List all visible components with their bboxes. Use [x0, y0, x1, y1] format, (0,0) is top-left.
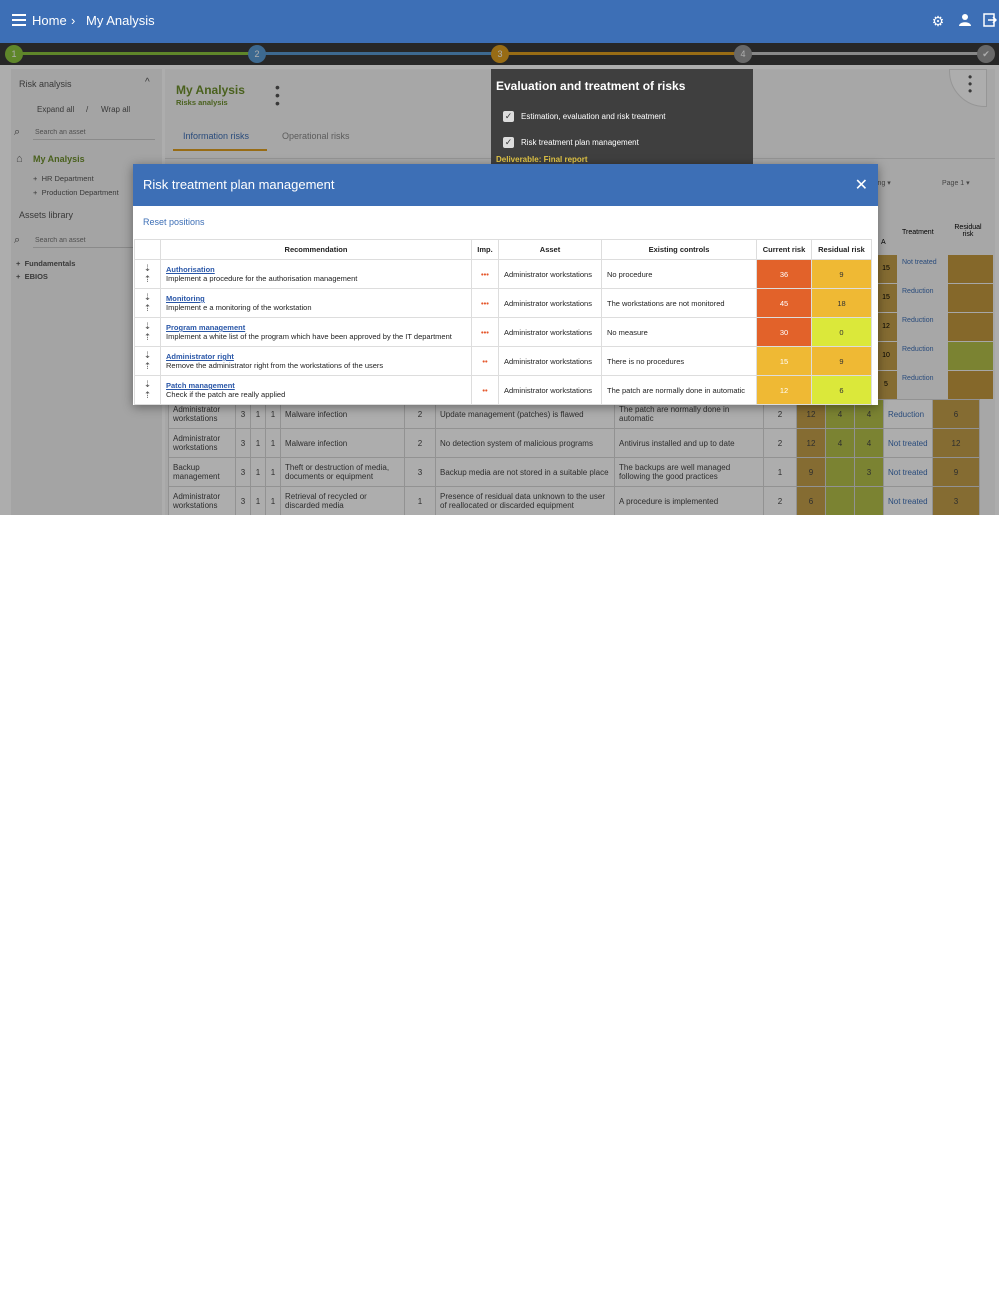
importance-cell: •••	[471, 288, 499, 318]
residual-risk-cell: 6	[811, 375, 872, 405]
close-icon[interactable]: ✕	[855, 175, 868, 195]
col-recommendation-header: Recommendation	[160, 239, 472, 260]
recommendation-link[interactable]: Administrator right	[166, 352, 234, 361]
controls-cell: The workstations are not monitored	[601, 288, 757, 318]
modal-title: Risk treatment plan management	[143, 177, 335, 192]
popover-title: Evaluation and treatment of risks	[496, 79, 686, 93]
importance-cell: ••	[471, 375, 499, 405]
recommendation-cell: Authorisation Implement a procedure for t…	[160, 259, 472, 289]
menu-icon[interactable]	[12, 14, 26, 26]
recommendation-description: Remove the administrator right from the …	[166, 361, 384, 370]
current-risk-cell: 36	[756, 259, 812, 289]
treatment-row[interactable]: ⇣ ⇡ Program management Implement a white li…	[134, 317, 872, 347]
drag-handle-icon[interactable]: ⇣ ⇡	[134, 259, 161, 289]
current-risk-cell: 45	[756, 288, 812, 318]
recommendation-description: Check if the patch are really applied	[166, 390, 286, 399]
breadcrumb-home[interactable]: Home	[32, 13, 67, 28]
residual-risk-cell: 0	[811, 317, 872, 347]
drag-handle-icon[interactable]: ⇣ ⇡	[134, 317, 161, 347]
user-icon[interactable]	[957, 13, 973, 29]
controls-cell: There is no procedures	[601, 346, 757, 376]
modal-header: Risk treatment plan management ✕	[133, 164, 878, 206]
drag-handle-icon[interactable]: ⇣ ⇡	[134, 375, 161, 405]
deliverable-link[interactable]: Deliverable: Final report	[496, 155, 588, 164]
logout-icon[interactable]	[982, 13, 998, 29]
recommendation-description: Implement a procedure for the authorisat…	[166, 274, 358, 283]
app-window: Home › My Analysis ⚙ 1 2 3 4 ✔ Risk anal…	[0, 0, 999, 515]
asset-cell: Administrator workstations	[498, 259, 602, 289]
recommendation-cell: Patch management Check if the patch are r…	[160, 375, 472, 405]
step-popover: Evaluation and treatment of risks ✓ Esti…	[491, 69, 753, 165]
checkbox-checked-icon[interactable]: ✓	[503, 111, 514, 122]
checkbox-checked-icon[interactable]: ✓	[503, 137, 514, 148]
reset-positions-link[interactable]: Reset positions	[143, 217, 205, 227]
recommendation-link[interactable]: Monitoring	[166, 294, 205, 303]
importance-cell: ••	[471, 346, 499, 376]
recommendation-link[interactable]: Authorisation	[166, 265, 215, 274]
recommendation-link[interactable]: Program management	[166, 323, 245, 332]
recommendation-description: Implement e a monitoring of the workstat…	[166, 303, 312, 312]
recommendation-description: Implement a white list of the program wh…	[166, 332, 452, 341]
treatment-plan-table: Recommendation Imp. Asset Existing contr…	[134, 239, 872, 405]
drag-handle-icon[interactable]: ⇣ ⇡	[134, 346, 161, 376]
residual-risk-cell: 9	[811, 259, 872, 289]
asset-cell: Administrator workstations	[498, 346, 602, 376]
treatment-row[interactable]: ⇣ ⇡ Administrator right Remove the administ…	[134, 346, 872, 376]
col-drag-header	[134, 239, 161, 260]
asset-cell: Administrator workstations	[498, 288, 602, 318]
risk-treatment-modal: Risk treatment plan management ✕ Reset p…	[133, 164, 878, 405]
controls-cell: No procedure	[601, 259, 757, 289]
current-risk-cell: 15	[756, 346, 812, 376]
recommendation-cell: Administrator right Remove the administra…	[160, 346, 472, 376]
recommendation-cell: Program management Implement a white list…	[160, 317, 472, 347]
current-risk-cell: 12	[756, 375, 812, 405]
col-asset-header: Asset	[498, 239, 602, 260]
popover-item-estimation[interactable]: ✓ Estimation, evaluation and risk treatm…	[503, 111, 666, 122]
breadcrumb-current: My Analysis	[86, 13, 155, 28]
col-residual-risk-header: Residual risk	[811, 239, 872, 260]
treatment-row[interactable]: ⇣ ⇡ Monitoring Implement e a monitoring of …	[134, 288, 872, 318]
breadcrumb-separator-icon: ›	[71, 13, 76, 28]
current-risk-cell: 30	[756, 317, 812, 347]
recommendation-link[interactable]: Patch management	[166, 381, 235, 390]
asset-cell: Administrator workstations	[498, 375, 602, 405]
top-bar: Home › My Analysis ⚙	[0, 0, 999, 43]
asset-cell: Administrator workstations	[498, 317, 602, 347]
col-importance-header: Imp.	[471, 239, 499, 260]
importance-cell: •••	[471, 317, 499, 347]
treatment-row[interactable]: ⇣ ⇡ Patch management Check if the patch are…	[134, 375, 872, 405]
residual-risk-cell: 18	[811, 288, 872, 318]
residual-risk-cell: 9	[811, 346, 872, 376]
controls-cell: No measure	[601, 317, 757, 347]
treatment-row[interactable]: ⇣ ⇡ Authorisation Implement a procedure for…	[134, 259, 872, 289]
controls-cell: The patch are normally done in automatic	[601, 375, 757, 405]
drag-handle-icon[interactable]: ⇣ ⇡	[134, 288, 161, 318]
importance-cell: •••	[471, 259, 499, 289]
popover-item-treatment-plan[interactable]: ✓ Risk treatment plan management	[503, 137, 639, 148]
col-controls-header: Existing controls	[601, 239, 757, 260]
col-current-risk-header: Current risk	[756, 239, 812, 260]
recommendation-cell: Monitoring Implement e a monitoring of th…	[160, 288, 472, 318]
gear-icon[interactable]: ⚙	[930, 13, 946, 29]
